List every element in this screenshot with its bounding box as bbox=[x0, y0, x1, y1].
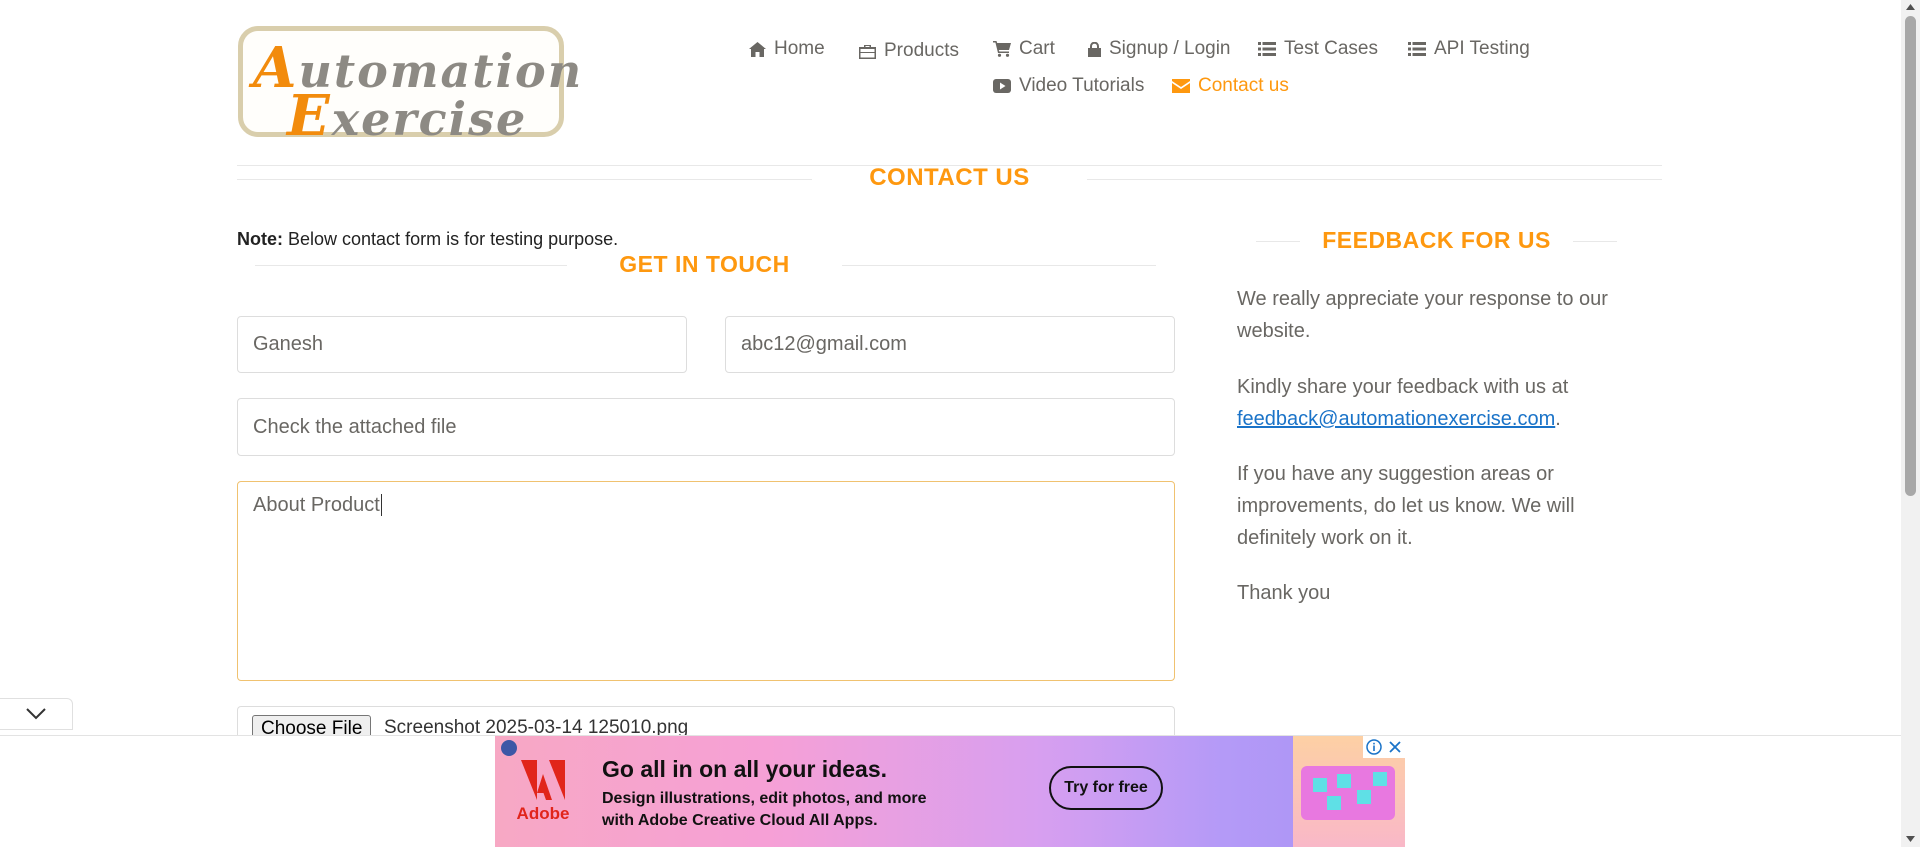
divider bbox=[1087, 179, 1662, 180]
nav-contact-label: Contact us bbox=[1198, 75, 1289, 96]
page-title: CONTACT US bbox=[869, 164, 1030, 191]
briefcase-icon bbox=[859, 44, 876, 59]
form-note: Note: Below contact form is for testing … bbox=[237, 229, 618, 250]
email-input[interactable]: abc12@gmail.com bbox=[725, 316, 1175, 373]
nav-api-testing[interactable]: API Testing bbox=[1408, 38, 1530, 60]
chevron-down-icon bbox=[26, 708, 46, 720]
feedback-heading: FEEDBACK FOR US bbox=[1322, 227, 1551, 253]
feedback-paragraph-3: If you have any suggestion areas or impr… bbox=[1237, 463, 1575, 549]
ad-graphic bbox=[1301, 766, 1395, 820]
nav-home[interactable]: Home bbox=[749, 38, 825, 60]
ad-graphic-tile bbox=[1373, 772, 1387, 786]
message-textarea[interactable]: About Product bbox=[237, 481, 1175, 681]
divider bbox=[842, 265, 1156, 266]
nav-signup-login[interactable]: Signup / Login bbox=[1088, 38, 1231, 60]
scroll-down-icon[interactable] bbox=[1906, 836, 1915, 842]
privacy-shield-icon bbox=[501, 740, 517, 756]
file-name: Screenshot 2025-03-14 125010.png bbox=[384, 717, 689, 736]
collapse-ad-button[interactable] bbox=[0, 698, 73, 730]
message-value: About Product bbox=[253, 494, 380, 516]
scroll-up-icon[interactable] bbox=[1906, 4, 1915, 10]
adobe-logo-icon bbox=[521, 759, 565, 800]
nav-home-label: Home bbox=[774, 38, 825, 59]
nav-test-cases-label: Test Cases bbox=[1284, 38, 1378, 59]
subject-input[interactable]: Check the attached file bbox=[237, 398, 1175, 456]
feedback-text: Kindly share your feedback with us at bbox=[1237, 376, 1569, 398]
scrollbar-thumb[interactable] bbox=[1905, 16, 1916, 496]
cart-icon bbox=[993, 41, 1011, 57]
divider bbox=[237, 179, 812, 180]
nav-products-label: Products bbox=[884, 40, 959, 61]
feedback-period: . bbox=[1555, 408, 1561, 430]
site-logo[interactable]: Automation Exercise bbox=[238, 26, 581, 149]
nav-api-testing-label: API Testing bbox=[1434, 38, 1530, 59]
adobe-brand-text: Adobe bbox=[516, 803, 570, 823]
ad-graphic-tile bbox=[1357, 790, 1371, 804]
lock-icon bbox=[1088, 41, 1101, 57]
youtube-play-icon bbox=[993, 79, 1011, 93]
nav-test-cases[interactable]: Test Cases bbox=[1258, 38, 1378, 60]
envelope-icon bbox=[1172, 79, 1190, 93]
note-label: Note: bbox=[237, 229, 283, 249]
nav-cart[interactable]: Cart bbox=[993, 38, 1055, 60]
ad-headline: Go all in on all your ideas. bbox=[602, 756, 888, 782]
nav-video-label: Video Tutorials bbox=[1019, 75, 1145, 96]
subject-value: Check the attached file bbox=[253, 415, 457, 438]
name-value: Ganesh bbox=[253, 333, 324, 355]
ad-close-icon[interactable] bbox=[1388, 740, 1402, 754]
feedback-paragraph-1: We really appreciate your response to ou… bbox=[1237, 288, 1608, 342]
divider bbox=[255, 265, 567, 266]
name-input[interactable]: Ganesh bbox=[237, 316, 687, 373]
feedback-paragraph-4: Thank you bbox=[1237, 582, 1331, 604]
ad-graphic-tile bbox=[1327, 796, 1341, 810]
ad-graphic-tile bbox=[1337, 774, 1351, 788]
nav-signup-label: Signup / Login bbox=[1109, 38, 1231, 59]
nav-products[interactable]: Products bbox=[859, 40, 959, 62]
nav-cart-label: Cart bbox=[1019, 38, 1055, 59]
home-icon bbox=[749, 41, 766, 57]
ad-body: Design illustrations, edit photos, and m… bbox=[602, 790, 927, 829]
ad-controls bbox=[1363, 736, 1405, 758]
divider bbox=[1573, 241, 1617, 242]
adobe-ad-banner[interactable]: Adobe Go all in on all your ideas. Desig… bbox=[495, 736, 1405, 847]
ad-graphic-tile bbox=[1313, 778, 1327, 792]
feedback-email-link[interactable]: feedback@automationexercise.com bbox=[1237, 408, 1555, 430]
ad-image bbox=[1293, 736, 1405, 847]
divider bbox=[1256, 241, 1300, 242]
choose-file-button[interactable]: Choose File bbox=[252, 715, 372, 736]
get-in-touch-heading: GET IN TOUCH bbox=[619, 251, 790, 277]
feedback-paragraph-2: Kindly share your feedback with us at fe… bbox=[1237, 371, 1637, 435]
logo-initial-e: E bbox=[287, 83, 332, 149]
page-scrollbar[interactable] bbox=[1901, 0, 1920, 847]
email-value: abc12@gmail.com bbox=[741, 333, 907, 355]
note-text: Below contact form is for testing purpos… bbox=[283, 229, 619, 249]
nav-video-tutorials[interactable]: Video Tutorials bbox=[993, 75, 1144, 97]
file-upload-field[interactable]: Choose File Screenshot 2025-03-14 125010… bbox=[237, 706, 1175, 736]
nav-contact-us[interactable]: Contact us bbox=[1172, 75, 1289, 97]
list-icon bbox=[1258, 42, 1276, 56]
ad-cta-button[interactable]: Try for free bbox=[1049, 766, 1163, 810]
ad-info-icon[interactable] bbox=[1366, 739, 1382, 755]
text-cursor bbox=[380, 494, 382, 516]
list-icon bbox=[1408, 42, 1426, 56]
logo-word-2: xercise bbox=[331, 92, 528, 146]
